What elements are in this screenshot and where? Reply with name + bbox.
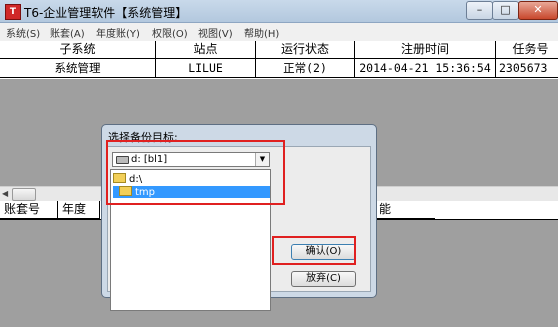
table-cell[interactable]: LILUE — [156, 59, 256, 78]
highlight-box-directory — [106, 140, 285, 205]
app-icon: T — [5, 4, 21, 20]
table-header: 任务号 — [496, 41, 558, 59]
menu-view[interactable]: 视图(V) — [198, 25, 233, 40]
subsystem-table: 子系统 站点 运行状态 注册时间 任务号 系统管理 LILUE 正常(2) 20… — [0, 41, 558, 79]
highlight-box-confirm — [272, 236, 356, 265]
table-header: 注册时间 — [355, 41, 496, 59]
menu-help[interactable]: 帮助(H) — [244, 25, 279, 40]
cancel-button[interactable]: 放弃(C) — [291, 271, 356, 287]
title-bar: T T6-企业管理软件【系统管理】 – □ ✕ — [0, 0, 558, 23]
table-header: 年度 — [58, 201, 100, 219]
table-cell[interactable]: 系统管理 — [0, 59, 156, 78]
table-header: 能 — [375, 201, 435, 219]
menu-account-set[interactable]: 账套(A) — [50, 25, 85, 40]
scroll-left-icon[interactable]: ◀ — [2, 189, 8, 198]
menu-permissions[interactable]: 权限(O) — [152, 25, 188, 40]
table-header: 运行状态 — [256, 41, 355, 59]
table-header: 子系统 — [0, 41, 156, 59]
close-button[interactable]: ✕ — [518, 1, 558, 20]
table-header: 站点 — [156, 41, 256, 59]
scrollbar-thumb[interactable] — [12, 188, 36, 201]
table-cell[interactable]: 正常(2) — [256, 59, 355, 78]
menu-system[interactable]: 系统(S) — [6, 25, 40, 40]
table-cell[interactable]: 2305673 — [496, 59, 558, 78]
menu-bar: 系统(S) 账套(A) 年度账(Y) 权限(O) 视图(V) 帮助(H) — [0, 23, 558, 42]
minimize-button[interactable]: – — [466, 1, 493, 20]
menu-annual-account[interactable]: 年度账(Y) — [96, 25, 140, 40]
table-cell[interactable]: 2014-04-21 15:36:54 — [355, 59, 496, 78]
table-header: 账套号 — [0, 201, 58, 219]
window-title: T6-企业管理软件【系统管理】 — [24, 6, 188, 20]
maximize-button[interactable]: □ — [492, 1, 519, 20]
